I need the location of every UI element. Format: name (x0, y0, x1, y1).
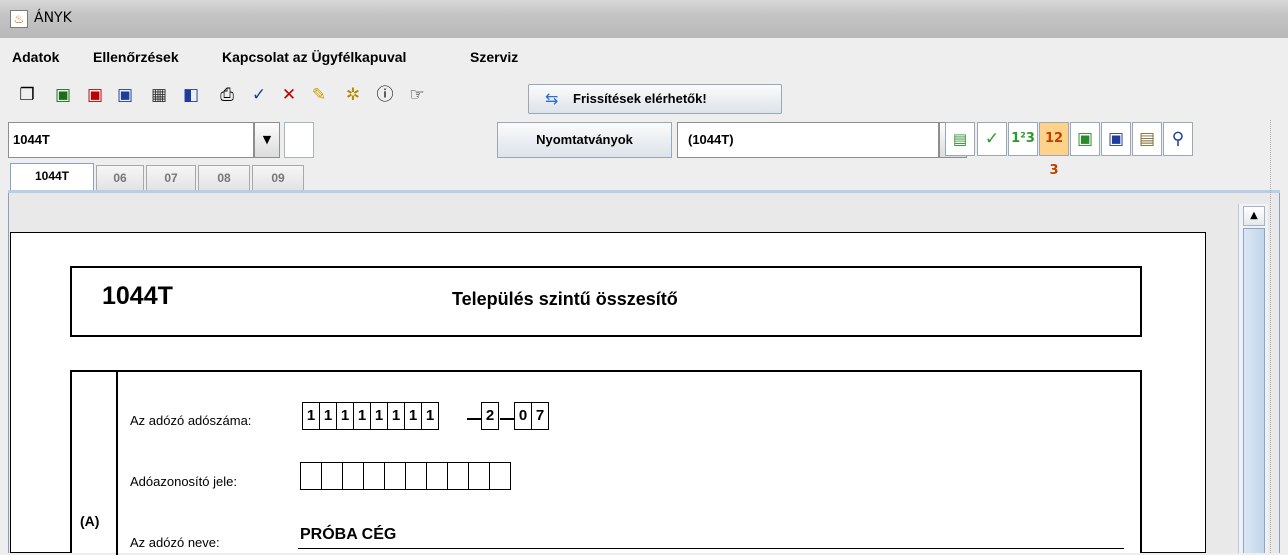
add-page-icon[interactable]: ▣ (1070, 122, 1100, 156)
digit-cell[interactable]: 1 (353, 402, 371, 430)
separator-dash (500, 418, 514, 420)
name-underline (298, 548, 1124, 549)
digit-cell[interactable]: 1 (387, 402, 405, 430)
section-label: (A) (80, 513, 100, 529)
menu-szerviz[interactable]: Szerviz (470, 49, 518, 65)
tax-number-end-field[interactable]: 0 7 (514, 402, 549, 430)
print-icon[interactable]: ⎙ (214, 82, 240, 108)
digit-cell[interactable]: 1 (404, 402, 422, 430)
tax-number-label: Az adózó adószáma: (130, 413, 252, 428)
new-form-icon[interactable]: ▣ (50, 82, 76, 108)
nyomtatvanyok-button[interactable]: Nyomtatványok (497, 122, 672, 158)
copy-icon[interactable]: ❐ (14, 82, 40, 108)
search-icon[interactable]: ⚲ (1163, 122, 1193, 156)
digit-cell[interactable]: 7 (531, 402, 549, 430)
checkmark-icon[interactable]: ✓ (246, 82, 272, 108)
digit-cell[interactable] (342, 462, 364, 490)
pencil-icon[interactable]: ✎ (306, 82, 332, 108)
digit-cell[interactable]: 2 (481, 402, 499, 430)
save-form-icon[interactable]: ▣ (112, 82, 138, 108)
form-header: 1044T Település szintű összesítő (70, 266, 1142, 337)
tax-number-main-field[interactable]: 1 1 1 1 1 1 1 1 (302, 402, 439, 430)
title-bar: ♨ ÁNYK (0, 0, 1288, 38)
tab-06[interactable]: 06 (96, 165, 144, 191)
tab-09[interactable]: 09 (252, 165, 304, 191)
calc-orange-icon[interactable]: 12 3 (1039, 122, 1069, 178)
window-title: ÁNYK (34, 10, 72, 26)
form-image-icon[interactable]: ▤ (945, 122, 975, 156)
checkmark-icon[interactable]: ✓ (977, 122, 1007, 156)
digit-cell[interactable] (300, 462, 322, 490)
digit-cell[interactable] (384, 462, 406, 490)
java-app-icon: ♨ (10, 10, 28, 28)
digit-cell[interactable]: 0 (514, 402, 532, 430)
pointer-icon[interactable]: ☞ (404, 82, 430, 108)
delete-icon[interactable]: ✕ (276, 82, 302, 108)
separator-dash (467, 418, 481, 420)
menu-ellenorzesek[interactable]: Ellenőrzések (93, 49, 179, 65)
form-title: Település szintű összesítő (452, 289, 678, 309)
tax-id-field[interactable] (300, 462, 511, 490)
form-selector[interactable]: 1044T (8, 122, 254, 158)
tab-07[interactable]: 07 (146, 165, 196, 191)
save-icon[interactable]: ▣ (1101, 122, 1131, 156)
digit-cell[interactable] (405, 462, 427, 490)
chevron-down-icon[interactable]: ▼ (254, 122, 280, 158)
vertical-scrollbar[interactable]: ▲ (1238, 204, 1268, 553)
menu-kapcsolat-ugyfelkapuval[interactable]: Kapcsolat az Ügyfélkapuval (222, 49, 406, 65)
digit-cell[interactable] (489, 462, 511, 490)
digit-cell[interactable]: 1 (319, 402, 337, 430)
calc-green-icon[interactable]: 1²3 (1008, 122, 1038, 156)
name-label: Az adózó neve: (130, 535, 220, 550)
digit-cell[interactable]: 1 (336, 402, 354, 430)
scroll-up-icon[interactable]: ▲ (1243, 206, 1265, 226)
refresh-icon: ⇆ (545, 89, 559, 108)
gear-icon[interactable]: ◧ (178, 82, 204, 108)
section-a: (A) (70, 370, 1142, 555)
updates-button[interactable]: ⇆ Frissítések elérhetők! (528, 84, 782, 114)
digit-cell[interactable] (321, 462, 343, 490)
check-icon[interactable]: ▦ (146, 82, 172, 108)
digit-cell[interactable] (447, 462, 469, 490)
form-combo[interactable]: (1044T) (677, 122, 939, 158)
menu-adatok[interactable]: Adatok (12, 49, 59, 65)
close-form-icon[interactable]: ▣ (82, 82, 108, 108)
tab-08[interactable]: 08 (198, 165, 250, 191)
digit-cell[interactable] (426, 462, 448, 490)
info-icon[interactable]: ⓘ (372, 82, 398, 108)
tax-number-mid-field[interactable]: 2 (481, 402, 499, 430)
menu-bar: Adatok Ellenőrzések Kapcsolat az Ügyfélk… (0, 45, 1288, 73)
resize-handle[interactable] (1270, 120, 1284, 553)
name-field[interactable]: PRÓBA CÉG (300, 526, 396, 544)
section-divider (116, 372, 118, 555)
digit-cell[interactable]: 1 (302, 402, 320, 430)
plugins-icon[interactable]: ✲ (340, 82, 366, 108)
digit-cell[interactable] (468, 462, 490, 490)
updates-label: Frissítések elérhetők! (573, 91, 707, 106)
scroll-thumb[interactable] (1243, 228, 1265, 553)
digit-cell[interactable]: 1 (370, 402, 388, 430)
clipboard-icon[interactable]: ▤ (1132, 122, 1162, 156)
tab-1044t[interactable]: 1044T (10, 163, 94, 191)
form-combo-value: (1044T) (688, 132, 734, 147)
digit-cell[interactable]: 1 (421, 402, 439, 430)
form-code: 1044T (102, 282, 173, 310)
form-selector-value: 1044T (13, 132, 50, 147)
digit-cell[interactable] (363, 462, 385, 490)
document-icon[interactable] (282, 122, 318, 158)
tab-bar: 1044T 06 07 08 09 (10, 163, 1280, 191)
tax-id-label: Adóazonosító jele: (130, 474, 237, 489)
